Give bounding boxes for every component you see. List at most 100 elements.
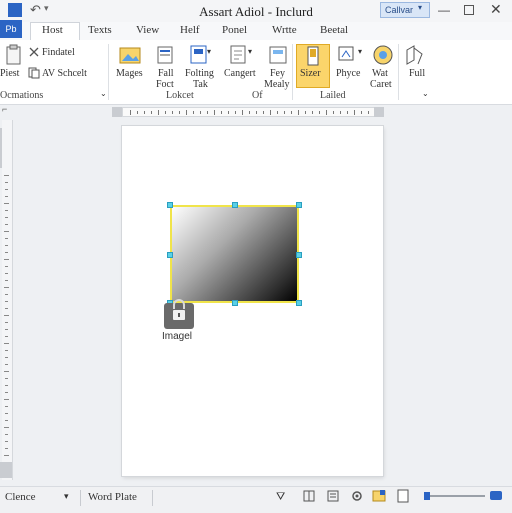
resize-handle[interactable]: [296, 300, 302, 306]
ruler-tick: [284, 111, 285, 114]
resize-handle[interactable]: [232, 202, 238, 208]
resize-handle[interactable]: [232, 300, 238, 306]
ruler-tick: [193, 111, 194, 114]
status-page-info[interactable]: Clence: [5, 491, 36, 503]
mealy-label: Mealy: [264, 79, 290, 90]
ruler-tick: [179, 111, 180, 114]
clipboard-group-label: Ocmations: [0, 90, 44, 101]
ruler-tick: [5, 280, 8, 281]
ruler-tick: [5, 357, 8, 358]
read-mode-icon[interactable]: [303, 490, 315, 502]
ruler-tick: [5, 441, 8, 442]
ruler-tick: [5, 308, 8, 309]
tab-view[interactable]: View: [136, 24, 159, 36]
phyce-dropdown-icon[interactable]: ▾: [358, 47, 362, 56]
wat-label: Wat: [372, 68, 388, 79]
cangert-dropdown-icon[interactable]: ▾: [248, 47, 252, 56]
web-layout-icon[interactable]: [372, 489, 386, 503]
wat-caret-icon[interactable]: [372, 44, 394, 66]
ruler-tick: [221, 111, 222, 114]
ruler-right-margin[interactable]: [374, 107, 384, 117]
ruler-tick: [249, 111, 250, 114]
ruler-tick: [5, 350, 8, 351]
tab-wrtte[interactable]: Wrtte: [272, 24, 297, 36]
insert-group-label-2: Of: [252, 90, 263, 101]
ruler-tick: [263, 111, 264, 114]
tab-host[interactable]: Host: [42, 24, 63, 36]
ruler-tick: [172, 111, 173, 114]
ruler-tick: [5, 252, 8, 253]
ruler-tick: [5, 413, 8, 414]
sizer-icon: [307, 46, 319, 66]
full-icon[interactable]: [404, 44, 426, 66]
group-separator: [292, 44, 293, 100]
ruler-left-margin[interactable]: [112, 107, 122, 117]
ruler-tick: [277, 111, 278, 114]
images-icon[interactable]: [119, 45, 141, 65]
ruler-tick: [4, 315, 9, 316]
ruler-tick: [5, 210, 8, 211]
ruler-tick: [5, 217, 8, 218]
status-separator: [152, 490, 153, 506]
file-tab[interactable]: Pb: [0, 20, 22, 38]
foct-label: Foct: [156, 79, 174, 90]
ruler-tick: [130, 110, 131, 115]
cut-icon[interactable]: [28, 46, 40, 58]
ruler-tick: [5, 420, 8, 421]
horizontal-ruler[interactable]: [122, 107, 384, 117]
ruler-tick: [319, 111, 320, 114]
ruler-tick: [214, 110, 215, 115]
resize-handle[interactable]: [296, 252, 302, 258]
settings-icon[interactable]: [350, 489, 364, 503]
phyce-icon[interactable]: [338, 45, 360, 65]
ruler-tick: [291, 111, 292, 114]
ruler-tick: [4, 343, 9, 344]
ruler-tick: [270, 110, 271, 115]
tab-beetal[interactable]: Beetal: [320, 24, 348, 36]
fall-foot-icon[interactable]: [156, 45, 176, 65]
selected-image[interactable]: [170, 205, 299, 303]
zoom-slider[interactable]: [430, 495, 485, 497]
status-mode[interactable]: Word Plate: [88, 491, 137, 503]
ruler-tick: [235, 111, 236, 114]
cangert-label: Cangert: [224, 68, 256, 79]
minimize-button[interactable]: —: [438, 3, 450, 17]
ruler-tick: [158, 110, 159, 115]
tab-selector-icon[interactable]: ⌐: [2, 104, 12, 118]
resize-handle[interactable]: [167, 252, 173, 258]
dialog-launcher-icon[interactable]: ⌄: [100, 89, 107, 98]
print-layout-icon[interactable]: [327, 490, 339, 502]
ruler-tick: [4, 203, 9, 204]
status-dropdown-icon[interactable]: ▾: [64, 491, 69, 502]
ruler-tick: [4, 175, 9, 176]
document-view-icon[interactable]: [397, 489, 409, 503]
collapse-ribbon-icon[interactable]: ⌄: [422, 89, 429, 98]
account-button[interactable]: Callvar: [380, 2, 430, 18]
ruler-tick: [228, 111, 229, 114]
tab-helf[interactable]: Helf: [180, 24, 200, 36]
folting-label: Folting: [185, 68, 214, 79]
ruler-tick: [5, 364, 8, 365]
account-dropdown-icon[interactable]: ▾: [418, 3, 422, 12]
close-button[interactable]: ✕: [490, 1, 502, 18]
paste-icon[interactable]: [4, 44, 24, 66]
resize-handle[interactable]: [167, 202, 173, 208]
ruler-tick: [368, 111, 369, 114]
vertical-ruler[interactable]: [2, 120, 13, 480]
zoom-slider-thumb[interactable]: [490, 491, 502, 500]
copy-icon[interactable]: [28, 67, 40, 79]
lock-icon: [173, 299, 185, 320]
schedule-button[interactable]: AV Schcelt: [42, 68, 87, 79]
ruler-tick: [200, 111, 201, 114]
vertical-ruler-bottom-margin[interactable]: [0, 462, 12, 478]
findtel-button[interactable]: Findatel: [42, 47, 75, 58]
tab-texts[interactable]: Texts: [88, 24, 112, 36]
maximize-button[interactable]: [464, 5, 474, 15]
folting-dropdown-icon[interactable]: ▾: [207, 47, 211, 56]
caret-label: Caret: [370, 79, 392, 90]
focus-mode-icon[interactable]: ⛛: [276, 491, 285, 504]
tab-ponel[interactable]: Ponel: [222, 24, 247, 36]
resize-handle[interactable]: [296, 202, 302, 208]
ruler-tick: [5, 322, 8, 323]
fey-mealy-icon[interactable]: [268, 45, 288, 65]
